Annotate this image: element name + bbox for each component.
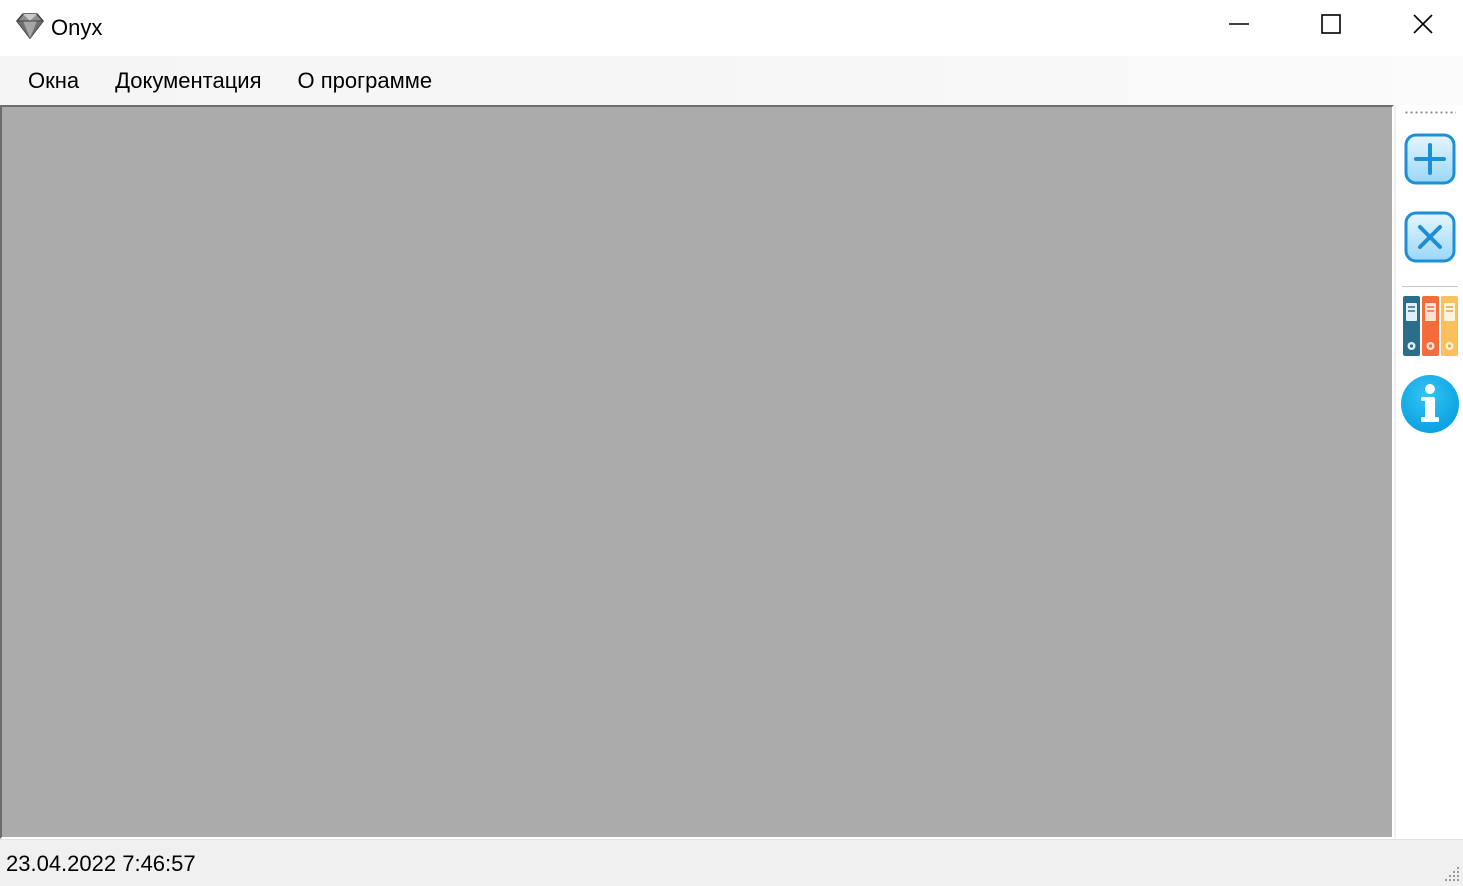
close-icon (1411, 12, 1435, 41)
status-bar: 23.04.2022 7:46:57 (0, 839, 1463, 886)
minimize-icon (1227, 12, 1251, 41)
info-button[interactable] (1399, 374, 1461, 438)
menu-item-about[interactable]: О программе (280, 62, 451, 100)
menu-item-windows[interactable]: Окна (10, 62, 97, 100)
close-window-icon (1403, 210, 1457, 269)
close-window-button[interactable] (1399, 207, 1461, 271)
mdi-workspace[interactable] (0, 105, 1394, 839)
menu-item-documentation[interactable]: Документация (97, 62, 279, 100)
resize-grip-icon[interactable] (1443, 865, 1461, 883)
status-datetime: 23.04.2022 7:46:57 (6, 851, 196, 876)
add-window-icon (1403, 132, 1457, 191)
binders-icon (1401, 295, 1459, 362)
maximize-icon (1319, 12, 1343, 41)
minimize-button[interactable] (1193, 0, 1285, 52)
side-toolbar (1396, 105, 1463, 839)
info-icon (1400, 373, 1460, 440)
title-bar[interactable]: Onyx (0, 0, 1463, 56)
diamond-icon (13, 11, 47, 41)
close-button[interactable] (1377, 0, 1463, 52)
documents-button[interactable] (1399, 295, 1461, 362)
main-window: Onyx Окна Документация О программе 23.04… (0, 0, 1463, 886)
maximize-button[interactable] (1285, 0, 1377, 52)
window-title: Onyx (51, 15, 103, 40)
toolbar-grip[interactable] (1404, 111, 1456, 114)
menu-bar: Окна Документация О программе (0, 56, 1463, 105)
add-window-button[interactable] (1399, 129, 1461, 193)
toolbar-separator (1402, 286, 1458, 288)
